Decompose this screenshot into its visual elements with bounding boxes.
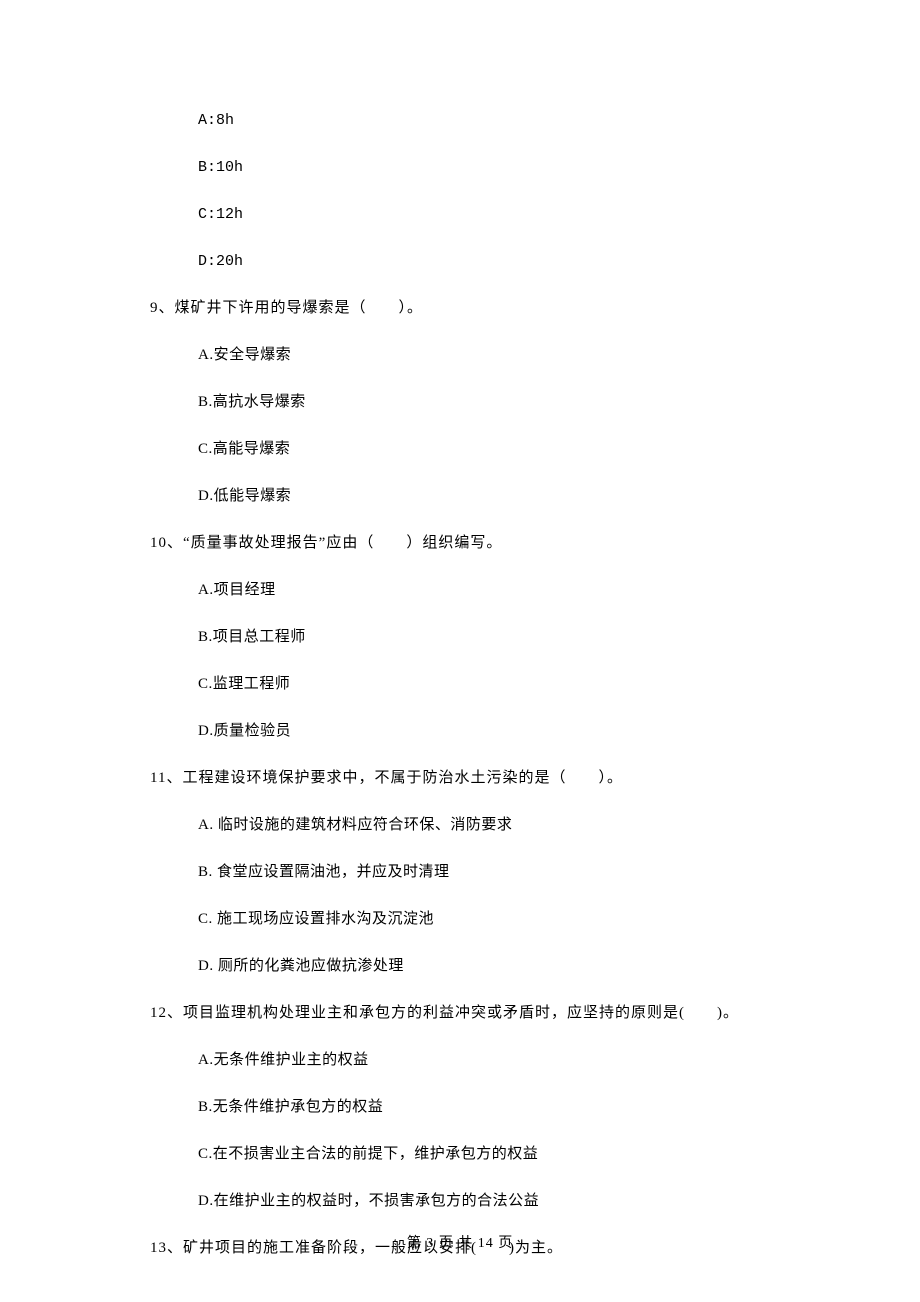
q12-option-b: B.无条件维护承包方的权益	[198, 1097, 770, 1118]
q10-option-b: B.项目总工程师	[198, 627, 770, 648]
q12-option-d: D.在维护业主的权益时，不损害承包方的合法公益	[198, 1191, 770, 1212]
q9-option-b: B.高抗水导爆索	[198, 392, 770, 413]
q10-stem: 10、“质量事故处理报告”应由（ ）组织编写。	[150, 533, 770, 554]
q12-option-c: C.在不损害业主合法的前提下，维护承包方的权益	[198, 1144, 770, 1165]
q8-option-c: C:12h	[198, 204, 770, 225]
q11-stem: 11、工程建设环境保护要求中，不属于防治水土污染的是（ ）。	[150, 768, 770, 789]
q8-options-remainder: A:8h B:10h C:12h D:20h	[150, 110, 770, 272]
q10-option-d: D.质量检验员	[198, 721, 770, 742]
q8-option-b: B:10h	[198, 157, 770, 178]
q12-option-a: A.无条件维护业主的权益	[198, 1050, 770, 1071]
q10-option-c: C.监理工程师	[198, 674, 770, 695]
q12-stem: 12、项目监理机构处理业主和承包方的利益冲突或矛盾时，应坚持的原则是( )。	[150, 1003, 770, 1024]
q11-option-d: D. 厕所的化粪池应做抗渗处理	[198, 956, 770, 977]
q9-option-d: D.低能导爆索	[198, 486, 770, 507]
q9-stem: 9、煤矿井下许用的导爆索是（ ）。	[150, 298, 770, 319]
q8-option-a: A:8h	[198, 110, 770, 131]
page-content: A:8h B:10h C:12h D:20h 9、煤矿井下许用的导爆索是（ ）。…	[0, 0, 920, 1259]
q9-option-a: A.安全导爆索	[198, 345, 770, 366]
page-footer: 第 3 页 共 14 页	[0, 1232, 920, 1252]
q12-options: A.无条件维护业主的权益 B.无条件维护承包方的权益 C.在不损害业主合法的前提…	[150, 1050, 770, 1212]
q11-options: A. 临时设施的建筑材料应符合环保、消防要求 B. 食堂应设置隔油池，并应及时清…	[150, 815, 770, 977]
q11-option-c: C. 施工现场应设置排水沟及沉淀池	[198, 909, 770, 930]
q9-option-c: C.高能导爆索	[198, 439, 770, 460]
q10-options: A.项目经理 B.项目总工程师 C.监理工程师 D.质量检验员	[150, 580, 770, 742]
q9-options: A.安全导爆索 B.高抗水导爆索 C.高能导爆索 D.低能导爆索	[150, 345, 770, 507]
q11-option-a: A. 临时设施的建筑材料应符合环保、消防要求	[198, 815, 770, 836]
q10-option-a: A.项目经理	[198, 580, 770, 601]
q11-option-b: B. 食堂应设置隔油池，并应及时清理	[198, 862, 770, 883]
q8-option-d: D:20h	[198, 251, 770, 272]
